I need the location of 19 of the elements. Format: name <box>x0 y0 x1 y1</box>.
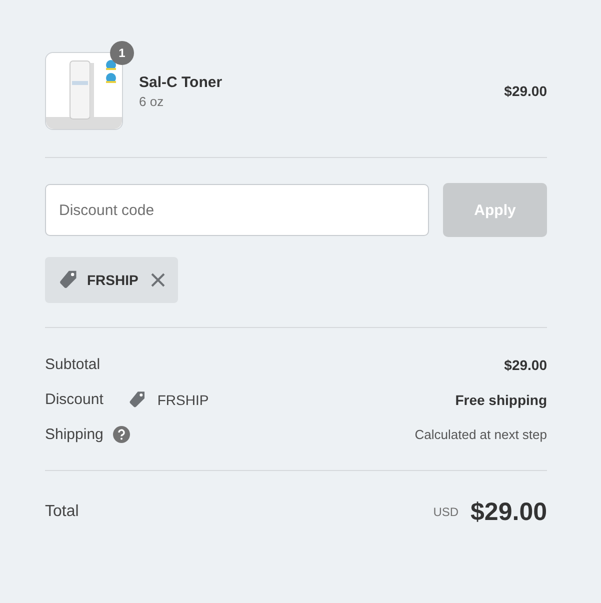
tag-icon <box>127 390 148 410</box>
product-name: Sal-C Toner <box>139 74 224 90</box>
summary-value: Calculated at next step <box>414 427 547 442</box>
product-price: $29.00 <box>504 83 547 99</box>
total-amount: $29.00 <box>470 498 547 526</box>
tag-icon <box>57 269 79 291</box>
summary-label: Discount <box>45 391 104 408</box>
close-icon[interactable] <box>150 272 166 288</box>
summary-value: Free shipping <box>455 392 547 408</box>
discount-code: FRSHIP <box>87 272 138 288</box>
help-icon[interactable] <box>113 426 130 443</box>
summary-label: Subtotal <box>45 356 100 373</box>
discount-code: FRSHIP <box>157 392 209 408</box>
quantity-badge: 1 <box>110 41 134 65</box>
summary-label: Shipping <box>45 426 104 443</box>
summary-value: $29.00 <box>504 356 547 372</box>
product-variant: 6 oz <box>139 94 165 108</box>
total-label: Total <box>45 503 79 521</box>
currency-code: USD <box>433 505 459 519</box>
